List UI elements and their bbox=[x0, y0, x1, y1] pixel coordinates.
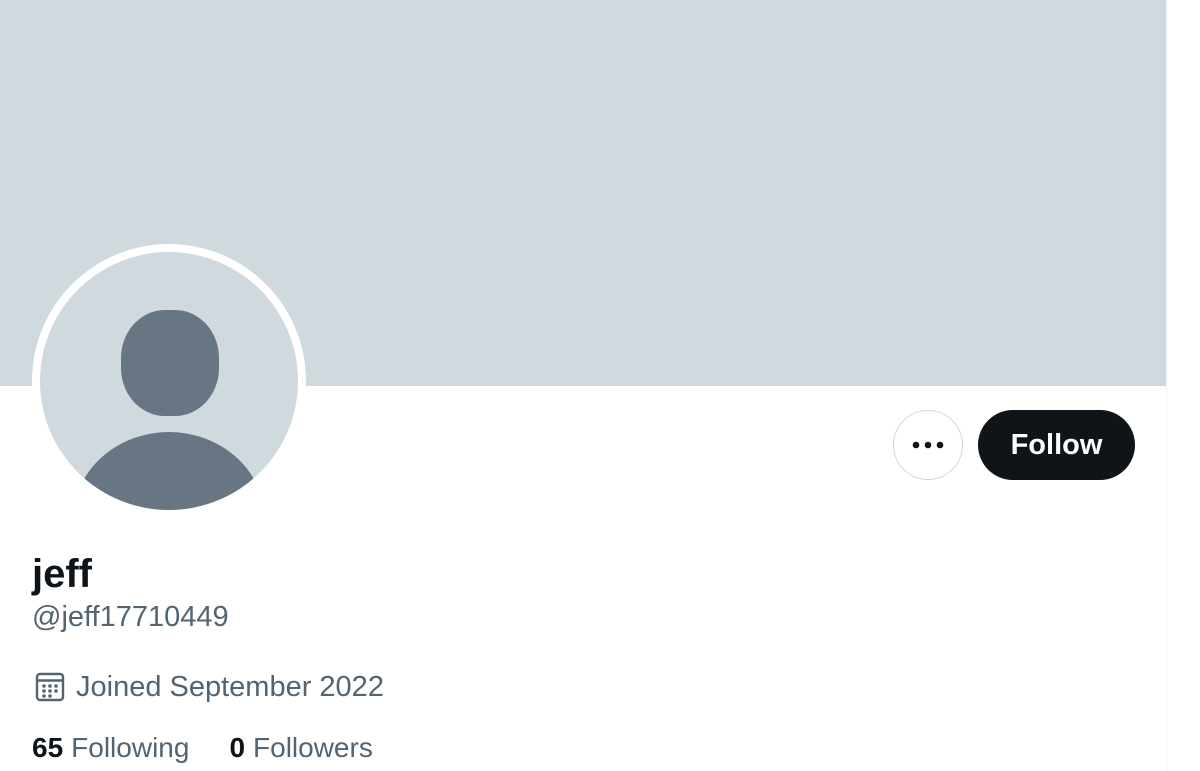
profile-avatar[interactable] bbox=[32, 244, 306, 518]
profile-stats: 65 Following 0 Followers bbox=[32, 731, 373, 765]
followers-label: Followers bbox=[253, 732, 373, 763]
joined-date: Joined September 2022 bbox=[32, 669, 384, 705]
more-horizontal-icon bbox=[912, 441, 944, 449]
profile-column: Follow jeff @jeff17710449 Joined Septemb… bbox=[0, 0, 1167, 771]
joined-date-text: Joined September 2022 bbox=[76, 670, 384, 703]
followers-link[interactable]: 0 Followers bbox=[229, 731, 372, 765]
following-link[interactable]: 65 Following bbox=[32, 731, 189, 765]
more-options-button[interactable] bbox=[893, 410, 963, 480]
profile-display-name: jeff bbox=[32, 552, 92, 596]
profile-page: Follow jeff @jeff17710449 Joined Septemb… bbox=[0, 0, 1200, 771]
default-avatar-icon bbox=[40, 252, 298, 510]
follow-button[interactable]: Follow bbox=[978, 410, 1135, 480]
profile-handle: @jeff17710449 bbox=[32, 601, 229, 633]
following-label: Following bbox=[71, 732, 190, 763]
following-count: 65 bbox=[32, 732, 64, 763]
calendar-icon bbox=[32, 669, 68, 705]
avatar-silhouette bbox=[73, 310, 265, 510]
followers-count: 0 bbox=[229, 732, 246, 763]
